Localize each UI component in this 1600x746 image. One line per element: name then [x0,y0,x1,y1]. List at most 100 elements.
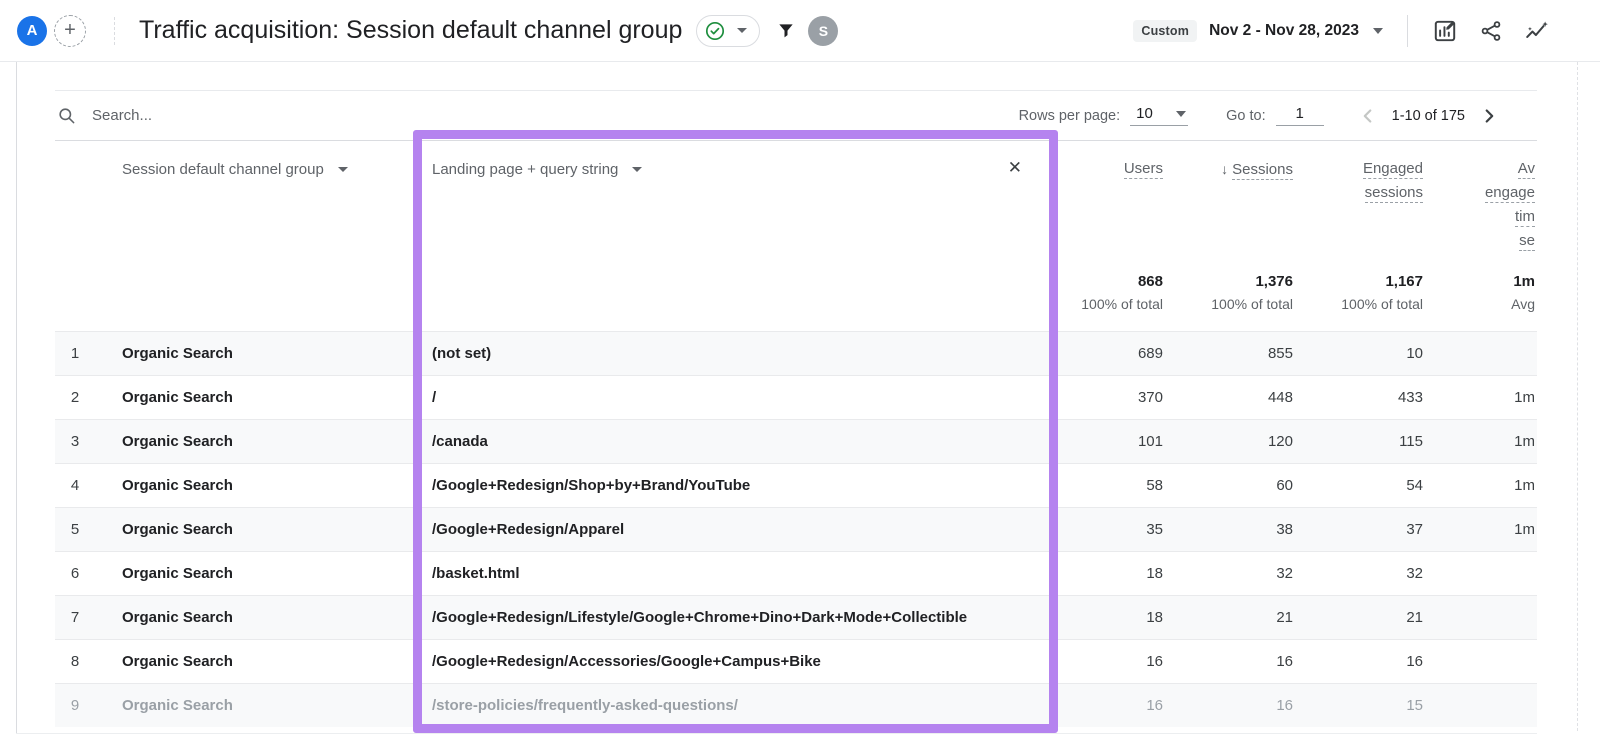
totals-engaged-sessions: 1,167 100% of total [1295,271,1425,331]
chevron-down-icon [632,167,643,172]
chevron-down-icon [337,167,348,172]
table-header-row: Session default channel group Landing pa… [55,141,1537,261]
table-controls-row: Search... Rows per page: 10 Go to: 1 1-1… [55,91,1537,141]
table-search[interactable]: Search... [55,106,152,125]
column-header-users[interactable]: Users [1058,141,1165,181]
table-totals-row: 868 100% of total 1,376 100% of total 1,… [55,261,1537,331]
row-sessions: 120 [1267,433,1293,450]
search-input[interactable]: Search... [92,107,152,124]
data-quality-badge[interactable] [696,14,761,47]
row-index: 9 [70,697,80,714]
date-preset-chip: Custom [1133,19,1198,42]
row-avg: 1m [1514,433,1535,450]
row-sessions: 448 [1267,389,1293,406]
account-avatar-initial: A [26,22,38,39]
previous-page-button[interactable] [1354,102,1382,130]
customize-report-icon [1434,20,1456,41]
column-header-label: tim [1515,208,1535,227]
plus-icon: + [64,19,76,41]
row-channel: Organic Search [122,433,233,450]
header-divider [114,16,115,45]
column-header-label: Av [1517,160,1535,179]
sort-descending-icon: ↓ [1221,161,1229,177]
row-sessions: 38 [1276,521,1293,538]
share-button[interactable] [1474,14,1508,48]
table-row: 4 Organic Search /Google+Redesign/Shop+b… [55,463,1537,507]
row-index: 5 [70,521,80,538]
row-users: 58 [1146,477,1163,494]
row-users: 16 [1146,653,1163,670]
column-header-label: sessions [1364,184,1423,203]
row-index: 4 [70,477,80,494]
chevron-left-icon [1363,108,1372,123]
row-index: 2 [70,389,80,406]
add-comparison-button[interactable]: + [54,14,86,47]
row-engaged: 37 [1406,521,1423,538]
bottom-margin [0,733,1600,746]
totals-sessions: 1,376 100% of total [1165,271,1295,331]
row-channel: Organic Search [122,697,233,714]
table-row: 6 Organic Search /basket.html 18 32 32 [55,551,1537,595]
row-avg: 1m [1514,389,1535,406]
goto-page-input[interactable]: 1 [1275,105,1324,126]
row-sessions: 21 [1276,609,1293,626]
row-landing: /store-policies/frequently-asked-questio… [432,697,738,714]
row-engaged: 433 [1397,389,1423,406]
table-row: 9 Organic Search /store-policies/frequen… [55,683,1537,727]
row-index: 3 [70,433,80,450]
remove-column-button[interactable]: ✕ [1008,159,1022,176]
check-circle-icon [705,21,725,41]
column-header-landing-page[interactable]: Landing page + query string ✕ [413,141,1058,178]
row-landing: /canada [432,433,488,450]
totals-value: 1m [1513,273,1535,290]
table-row: 8 Organic Search /Google+Redesign/Access… [55,639,1537,683]
table-row: 7 Organic Search /Google+Redesign/Lifest… [55,595,1537,639]
collaborator-avatar[interactable]: S [808,15,839,46]
table-row: 3 Organic Search /canada 101 120 115 1m [55,419,1537,463]
row-landing: (not set) [432,345,492,362]
row-engaged: 32 [1406,565,1423,582]
column-header-label: Engaged [1362,160,1423,179]
column-header-label: Sessions [1232,161,1293,180]
row-users: 18 [1146,565,1163,582]
totals-avg-engagement-time: 1m Avg [1425,271,1537,331]
column-header-engaged-sessions[interactable]: Engaged sessions [1295,141,1425,205]
row-users: 35 [1146,521,1163,538]
row-avg: 1m [1514,521,1535,538]
pagination-range: 1-10 of 175 [1391,107,1465,124]
pagination-controls: Rows per page: 10 Go to: 1 1-10 of 175 [1019,102,1537,130]
row-avg: 1m [1514,477,1535,494]
row-channel: Organic Search [122,653,233,670]
customize-report-button[interactable] [1428,14,1462,48]
totals-subtext: 100% of total [1211,296,1293,312]
add-filter-button[interactable] [776,21,796,41]
filter-funnel-icon [776,21,796,41]
column-header-avg-engagement-time[interactable]: Av engage tim se [1425,141,1537,253]
column-header-label: Users [1123,160,1163,179]
row-sessions: 16 [1276,653,1293,670]
account-avatar[interactable]: A [17,15,47,46]
column-header-sessions[interactable]: ↓ Sessions [1165,141,1295,182]
row-landing: /Google+Redesign/Accessories/Google+Camp… [432,653,821,670]
totals-subtext: 100% of total [1081,296,1163,312]
row-landing: / [432,389,437,406]
chevron-down-icon[interactable] [1373,27,1383,34]
row-index: 7 [70,609,80,626]
rows-per-page-select[interactable]: 10 [1130,105,1189,126]
header-right-controls: Custom Nov 2 - Nov 28, 2023 [1133,14,1600,48]
card-bottom-border [16,733,1537,734]
next-page-button[interactable] [1475,102,1503,130]
column-header-channel-group[interactable]: Session default channel group [95,141,413,178]
date-range-selector[interactable]: Nov 2 - Nov 28, 2023 [1209,22,1359,40]
totals-value: 1,167 [1385,273,1423,290]
row-landing: /Google+Redesign/Lifestyle/Google+Chrome… [432,609,968,626]
insights-button[interactable] [1520,14,1554,48]
row-channel: Organic Search [122,345,233,362]
collaborator-avatar-initial: S [818,22,829,39]
row-index: 6 [70,565,80,582]
row-channel: Organic Search [122,609,233,626]
row-sessions: 16 [1276,697,1293,714]
row-engaged: 115 [1399,433,1423,450]
column-header-label: engage [1484,184,1535,203]
row-engaged: 15 [1406,697,1423,714]
